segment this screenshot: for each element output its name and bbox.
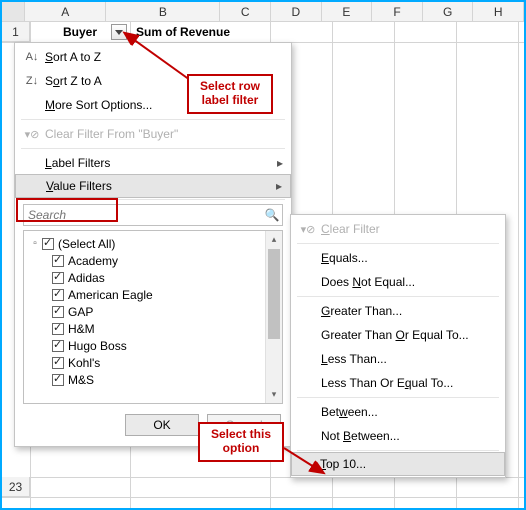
search-box[interactable]: 🔍: [23, 204, 283, 226]
value-filters[interactable]: Value Filters ▸: [15, 174, 291, 198]
chevron-right-icon: ▸: [277, 156, 283, 170]
scroll-up-icon[interactable]: ▴: [266, 231, 282, 248]
list-item[interactable]: Academy: [28, 252, 280, 269]
col-G[interactable]: G: [423, 2, 474, 21]
callout-select-option: Select thisoption: [198, 422, 284, 462]
funnel-clear-icon: ▾⊘: [21, 128, 43, 141]
sub-equals[interactable]: Equals...: [291, 246, 505, 270]
callout-row-filter: Select rowlabel filter: [187, 74, 273, 114]
label-filters[interactable]: Label Filters ▸: [15, 151, 291, 175]
checkbox-icon[interactable]: [52, 272, 64, 284]
checkbox-icon[interactable]: [52, 374, 64, 386]
column-header-row: A B C D E F G H: [2, 2, 524, 22]
scroll-down-icon[interactable]: ▾: [266, 386, 282, 403]
sub-greater-eq[interactable]: Greater Than Or Equal To...: [291, 323, 505, 347]
list-item[interactable]: ▫(Select All): [28, 235, 280, 252]
list-item[interactable]: Kohl's: [28, 354, 280, 371]
arrow-to-top10: [278, 442, 328, 482]
row-1-header[interactable]: 1: [2, 22, 30, 42]
checkbox-icon[interactable]: [52, 340, 64, 352]
sub-less[interactable]: Less Than...: [291, 347, 505, 371]
list-item[interactable]: American Eagle: [28, 286, 280, 303]
row-23-header[interactable]: 23: [2, 477, 30, 497]
sub-greater[interactable]: Greater Than...: [291, 299, 505, 323]
col-A[interactable]: A: [25, 2, 106, 21]
select-all-corner[interactable]: [2, 2, 25, 21]
list-item[interactable]: H&M: [28, 320, 280, 337]
sort-az-icon: A↓: [21, 51, 43, 63]
list-item[interactable]: GAP: [28, 303, 280, 320]
checkbox-icon[interactable]: [52, 323, 64, 335]
list-item[interactable]: Adidas: [28, 269, 280, 286]
value-filters-submenu: ▾⊘ Clear Filter Equals... Does Not Equal…: [290, 214, 506, 478]
sub-not-equal[interactable]: Does Not Equal...: [291, 270, 505, 294]
funnel-clear-icon: ▾⊘: [297, 223, 319, 236]
sort-za-icon: Z↓: [21, 75, 43, 87]
col-E[interactable]: E: [322, 2, 373, 21]
col-C[interactable]: C: [220, 2, 271, 21]
col-B[interactable]: B: [106, 2, 220, 21]
ok-button[interactable]: OK: [125, 414, 199, 436]
col-D[interactable]: D: [271, 2, 322, 21]
col-F[interactable]: F: [372, 2, 423, 21]
list-item[interactable]: M&S: [28, 371, 280, 388]
list-scrollbar[interactable]: ▴ ▾: [265, 231, 282, 403]
filter-items-list: ▫(Select All) Academy Adidas American Ea…: [23, 230, 283, 404]
checkbox-icon[interactable]: [52, 357, 64, 369]
search-icon: 🔍: [262, 208, 282, 222]
scroll-thumb[interactable]: [268, 249, 280, 339]
sub-between[interactable]: Between...: [291, 400, 505, 424]
search-input[interactable]: [24, 206, 262, 224]
col-H[interactable]: H: [473, 2, 524, 21]
list-item[interactable]: Hugo Boss: [28, 337, 280, 354]
checkbox-icon[interactable]: [42, 238, 54, 250]
checkbox-icon[interactable]: [52, 306, 64, 318]
sub-clear-filter: ▾⊘ Clear Filter: [291, 217, 505, 241]
checkbox-icon[interactable]: [52, 255, 64, 267]
sub-less-eq[interactable]: Less Than Or Equal To...: [291, 371, 505, 395]
clear-filter: ▾⊘ Clear Filter From "Buyer": [15, 122, 291, 146]
checkbox-icon[interactable]: [52, 289, 64, 301]
chevron-right-icon: ▸: [276, 179, 282, 193]
